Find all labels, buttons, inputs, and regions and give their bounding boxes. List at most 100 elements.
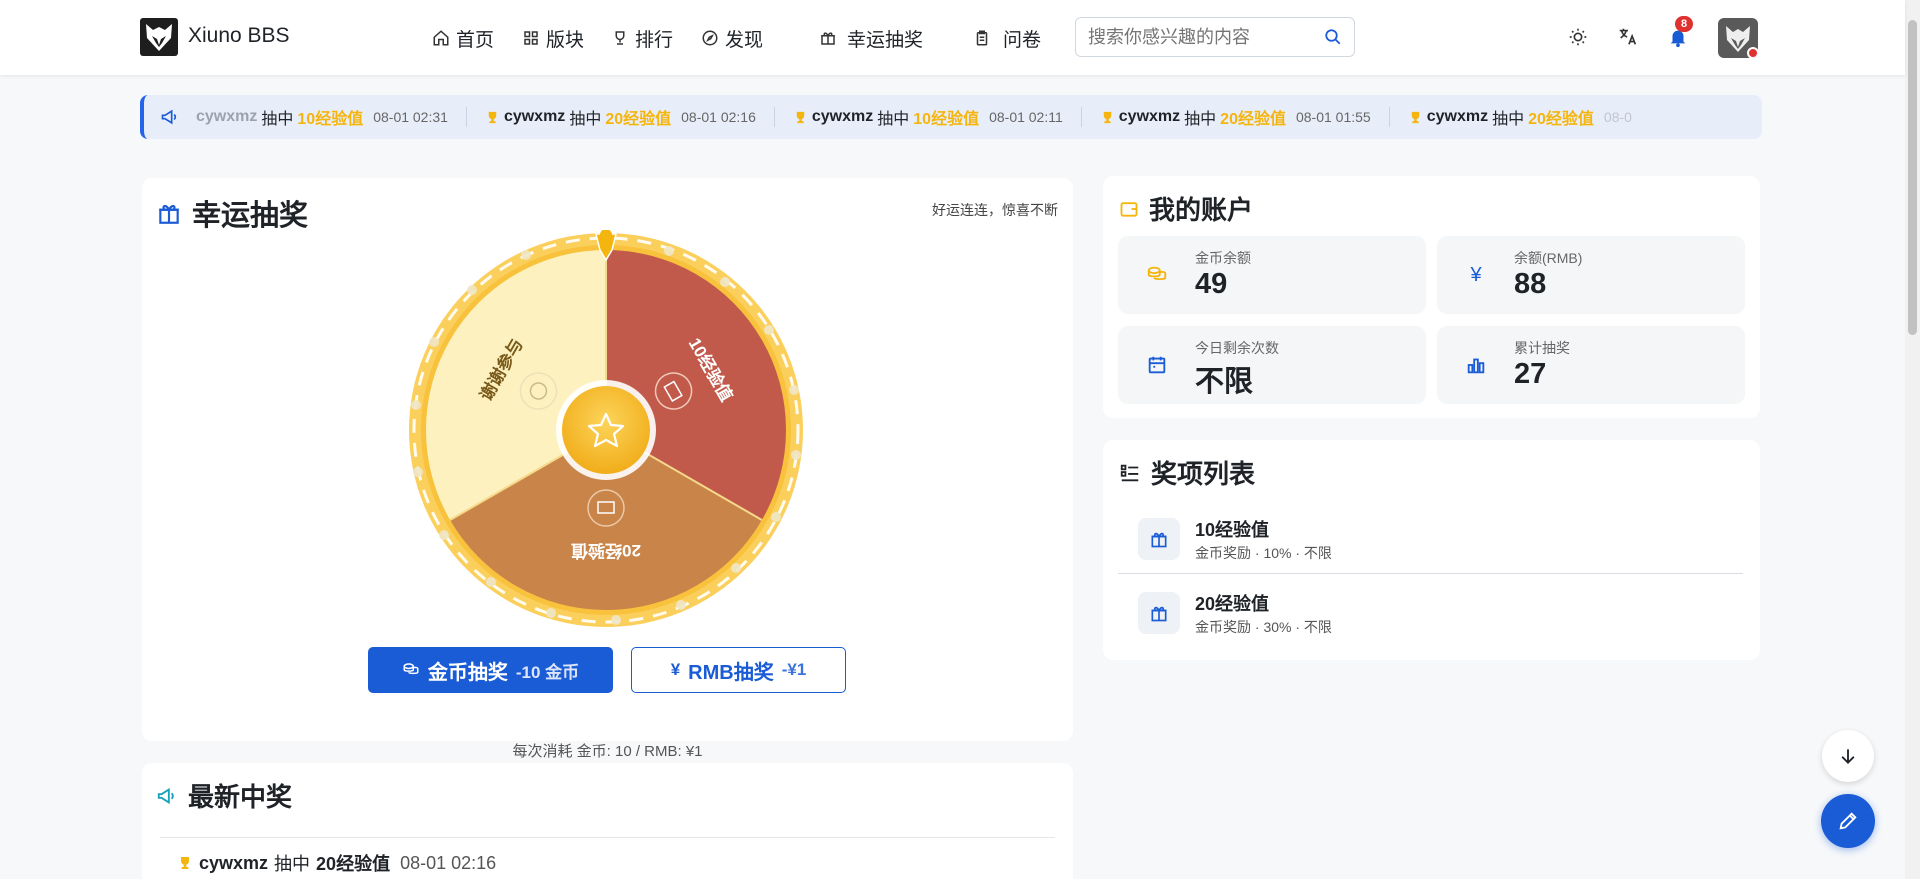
nav-ranking-label: 排行: [635, 29, 674, 51]
ticker-verb: 抽中: [569, 111, 602, 128]
stat-total-draws: 累计抽奖 27: [1437, 326, 1745, 404]
language-toggle[interactable]: [1617, 26, 1639, 48]
stat-value: 88: [1514, 268, 1547, 300]
ticker-user: cywxmz: [1118, 108, 1181, 125]
prize-desc: 金币奖励 · 30% · 不限: [1195, 619, 1332, 635]
prizes-title-text: 奖项列表: [1151, 459, 1256, 489]
stat-label: 累计抽奖: [1514, 340, 1570, 356]
spin-hub[interactable]: [562, 386, 650, 474]
gift-icon: [821, 32, 835, 45]
top-navbar: Xiuno BBS 首页 版块 排行 发现 幸运抽奖 问卷 8: [0, 0, 1905, 75]
scroll-down-button[interactable]: [1822, 730, 1874, 782]
stat-remaining-today: 今日剩余次数 不限: [1118, 326, 1426, 404]
ticker-time: 08-01 02:11: [989, 109, 1063, 125]
sun-icon: [1569, 28, 1587, 46]
grid-icon: [524, 31, 538, 45]
rmb-draw-button[interactable]: ¥ RMB抽奖 -¥1: [631, 647, 846, 693]
recent-prize: 20经验值: [316, 854, 391, 874]
nav-home[interactable]: 首页: [432, 24, 494, 52]
page-scrollbar[interactable]: [1905, 0, 1920, 879]
cost-note: 每次消耗 金币: 10 / RMB: ¥1: [512, 743, 703, 760]
account-title: 我的账户: [1119, 190, 1253, 227]
wheel-segment-label: 20经验值: [571, 541, 641, 561]
nav-ranking[interactable]: 排行: [611, 24, 673, 52]
ticker-prize: 20经验值: [1528, 111, 1594, 128]
clipboard-icon: [976, 30, 988, 46]
search-input[interactable]: [1076, 18, 1306, 56]
yen-icon: ¥: [670, 660, 681, 679]
ticker-user: cywxmz: [503, 108, 566, 125]
ticker-item: cywxmz 抽中 10经验值 08-01 02:11: [775, 107, 1082, 128]
ticker-prize: 20经验值: [1220, 111, 1286, 128]
ticker-user: cywxmz: [1426, 108, 1489, 125]
recent-verb: 抽中: [274, 854, 311, 874]
ticker-item: cywxmz 抽中 20经验值 08-01 02:16: [467, 107, 775, 128]
stat-value: 不限: [1195, 366, 1254, 398]
lottery-card: 幸运抽奖 好运连连，惊喜不断 10经验值 20经验值 谢谢参与 金币抽奖 -10…: [142, 178, 1073, 760]
stat-label: 今日剩余次数: [1195, 340, 1279, 356]
stat-rmb-balance: ¥ 余额(RMB) 88: [1437, 236, 1745, 314]
prize-item: 10经验值 金币奖励 · 10% · 不限: [1118, 500, 1743, 574]
nav-survey-label: 问卷: [1003, 29, 1042, 51]
lottery-subtitle: 好运连连，惊喜不断: [932, 202, 1058, 218]
trophy-icon: [1103, 111, 1112, 123]
prize-wheel[interactable]: 10经验值 20经验值 谢谢参与: [406, 230, 806, 630]
nav-boards[interactable]: 版块: [522, 24, 584, 52]
ticker-prize: 10经验值: [297, 111, 364, 128]
ticker-items: cywxmz 抽中 10经验值 08-01 02:31 cywxmz 抽中 20…: [196, 95, 1650, 139]
recent-time: 08-01 02:16: [400, 852, 497, 873]
ticker-time: 08-01 02:16: [681, 109, 756, 125]
theme-toggle[interactable]: [1567, 26, 1589, 48]
lottery-title-text: 幸运抽奖: [192, 200, 309, 232]
site-logo[interactable]: [140, 18, 178, 56]
search-box: [1075, 17, 1355, 57]
nav-lucky-draw-label: 幸运抽奖: [847, 29, 924, 51]
gift-icon: [1151, 606, 1167, 622]
nav-home-label: 首页: [456, 29, 495, 51]
coins-icon: [1147, 266, 1167, 281]
compose-button[interactable]: [1821, 794, 1875, 848]
prize-desc: 金币奖励 · 10% · 不限: [1195, 545, 1332, 561]
coin-draw-label: 金币抽奖: [427, 661, 508, 684]
recent-title: 最新中奖: [156, 777, 292, 814]
winner-ticker: cywxmz 抽中 10经验值 08-01 02:31 cywxmz 抽中 20…: [140, 95, 1762, 139]
prize-name: 10经验值: [1195, 520, 1270, 540]
megaphone-icon: [161, 109, 177, 125]
home-icon: [433, 30, 449, 46]
nav-survey[interactable]: 问卷: [973, 24, 1041, 52]
nav-discover-label: 发现: [725, 29, 764, 51]
account-title-text: 我的账户: [1149, 195, 1254, 225]
notification-badge: 8: [1675, 16, 1693, 32]
ticker-verb: 抽中: [1184, 111, 1217, 128]
prize-name: 20经验值: [1195, 594, 1270, 614]
account-card: 我的账户 金币余额 49 ¥ 余额(RMB) 88 今日剩余次数 不限 累计抽奖…: [1103, 176, 1760, 418]
ticker-item: cywxmz 抽中 10经验值 08-01 02:31: [196, 107, 467, 128]
nav-discover[interactable]: 发现: [701, 24, 763, 52]
compass-icon: [702, 30, 718, 46]
megaphone-icon: [157, 787, 174, 804]
site-brand[interactable]: Xiuno BBS: [188, 24, 290, 48]
avatar[interactable]: [1718, 18, 1758, 58]
search-icon[interactable]: [1324, 28, 1342, 46]
wallet-icon: [1120, 201, 1138, 217]
stat-label: 金币余额: [1195, 250, 1251, 266]
recent-winners-card: 最新中奖 cywxmz 抽中 20经验值 08-01 02:16: [142, 763, 1073, 879]
calendar-icon: [1148, 356, 1166, 374]
nav-lucky-draw[interactable]: 幸运抽奖: [819, 24, 923, 52]
list-icon: [1120, 464, 1139, 481]
lottery-title: 幸运抽奖: [156, 192, 308, 234]
ticker-time: 08-01 02:31: [373, 109, 448, 125]
scrollbar-thumb[interactable]: [1908, 20, 1917, 335]
prizes-title: 奖项列表: [1119, 454, 1255, 491]
ticker-user: cywxmz: [811, 108, 874, 125]
arrow-down-icon: [1841, 749, 1855, 764]
stat-value: 49: [1195, 268, 1228, 300]
stat-coin-balance: 金币余额 49: [1118, 236, 1426, 314]
recent-title-text: 最新中奖: [188, 782, 293, 812]
nav-boards-label: 版块: [546, 29, 585, 51]
prize-item: 20经验值 金币奖励 · 30% · 不限: [1118, 574, 1743, 648]
trophy-icon: [488, 111, 497, 123]
coin-draw-button[interactable]: 金币抽奖 -10 金币: [368, 647, 613, 693]
ticker-item: cywxmz 抽中 20经验值 08-01 01:55: [1082, 107, 1390, 128]
ticker-verb: 抽中: [877, 111, 910, 128]
